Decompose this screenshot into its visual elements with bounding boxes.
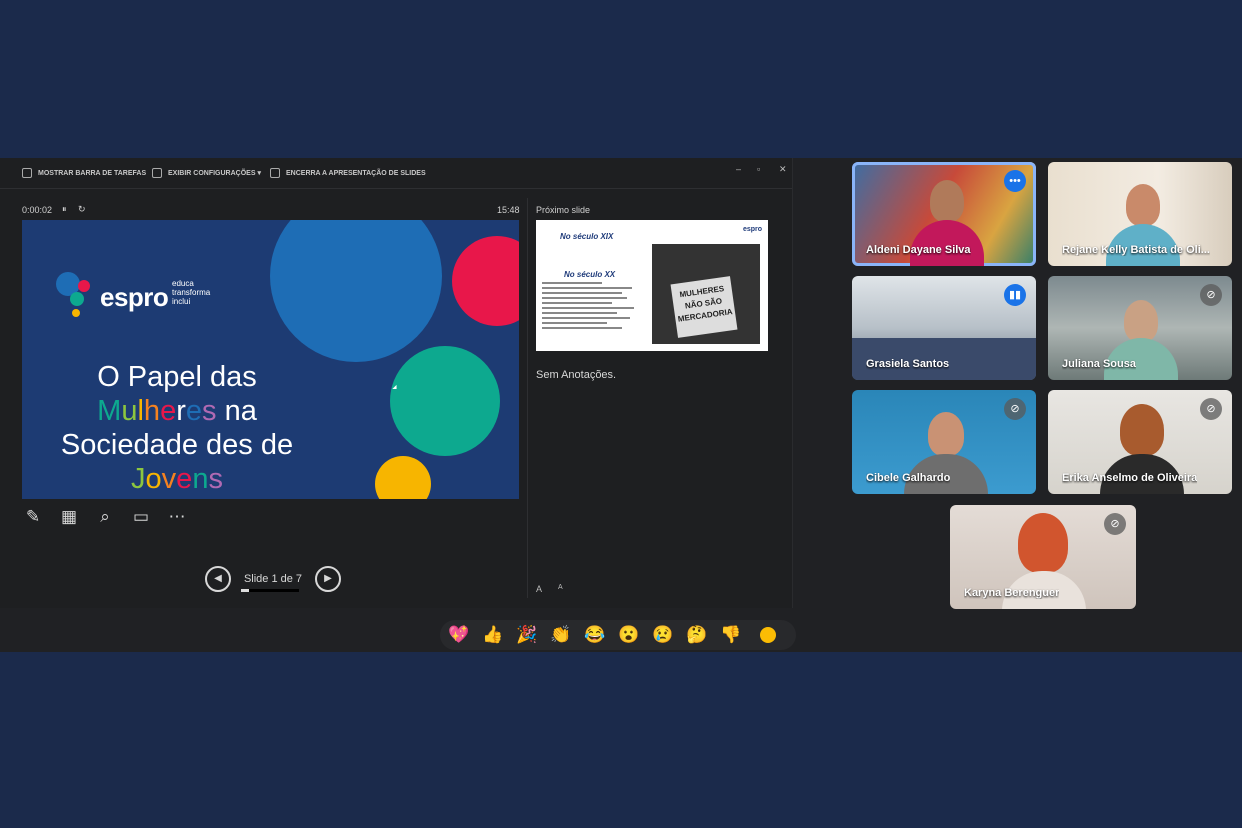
restart-icon[interactable]: ↻ [78,204,86,215]
participant-tile[interactable]: Grasiela Santos ▮▮ [852,276,1036,380]
laugh-reaction-icon[interactable]: 😂 [582,625,608,645]
pen-icon[interactable]: ✎ [22,506,44,528]
skin-tone-picker[interactable] [760,627,776,643]
party-reaction-icon[interactable]: 🎉 [514,625,540,645]
mic-off-icon: ⊘ [1104,513,1126,535]
all-slides-icon[interactable]: ▦ [58,506,80,528]
speaker-notes[interactable]: Sem Anotações. [536,369,616,381]
next-slide-preview[interactable]: No século XIX No século XX MULHERES NÃO … [536,220,768,351]
meet-window: MOSTRAR BARRA DE TAREFAS EXIBIR CONFIGUR… [0,158,1242,652]
minimize-button[interactable]: – [736,164,741,174]
surprised-reaction-icon[interactable]: 😮 [616,625,642,645]
more-options-icon[interactable]: ⋯ [166,506,188,528]
panel-divider[interactable] [527,198,528,598]
next-slide-button[interactable]: ▶ [315,566,341,592]
slide-progress-bar [241,589,299,592]
participant-video [1124,300,1158,342]
clock: 15:48 [497,205,520,215]
decrease-font-button[interactable]: A [558,584,563,591]
presenter-view: MOSTRAR BARRA DE TAREFAS EXIBIR CONFIGUR… [0,158,793,608]
participant-tile[interactable]: Juliana Sousa ⊘ [1048,276,1232,380]
black-screen-icon[interactable]: ▭ [130,506,152,528]
participant-tile[interactable]: Karyna Berenguer ⊘ [950,505,1136,609]
thumbs-down-reaction-icon[interactable]: 👎 [718,625,744,645]
current-slide[interactable]: espro educa transforma inclui O Papel da… [22,220,519,499]
slide-counter: Slide 1 de 7 [243,573,303,585]
close-button[interactable]: ✕ [779,164,787,175]
participant-video [1126,184,1160,226]
settings-icon [152,168,162,178]
speaking-indicator-icon: ▮▮ [1004,284,1026,306]
show-taskbar-button[interactable]: MOSTRAR BARRA DE TAREFAS [22,168,146,178]
taskbar-icon [22,168,32,178]
participant-video [930,180,964,222]
mic-off-icon: ⊘ [1200,284,1222,306]
pause-icon[interactable]: ⏸ [62,204,67,215]
teal-circle [390,346,500,456]
more-options-icon[interactable]: ••• [1004,170,1026,192]
previous-slide-button[interactable]: ◀ [205,566,231,592]
zoom-icon[interactable]: ⌕ [94,506,116,528]
slide-title: O Papel das Mulheres na Sociedade des de… [60,361,294,495]
display-settings-button[interactable]: EXIBIR CONFIGURAÇÕES ▾ [152,168,261,178]
participant-tile[interactable]: Rejane Kelly Batista de Oli... [1048,162,1232,266]
blue-circle [270,220,442,362]
red-circle [452,236,519,326]
end-slideshow-button[interactable]: ENCERRA A APRESENTAÇÃO DE SLIDES [270,168,426,178]
espro-logo-icon [56,272,98,320]
thumbs-up-reaction-icon[interactable]: 👍 [480,625,506,645]
participant-tile[interactable]: Aldeni Dayane Silva ••• [852,162,1036,266]
next-slide-label: Próximo slide [536,205,591,215]
espro-tagline: educa transforma inclui [172,279,211,306]
clap-reaction-icon[interactable]: 👏 [548,625,574,645]
heart-reaction-icon[interactable]: 💖 [446,625,472,645]
end-show-icon [270,168,280,178]
restore-button[interactable]: ▫ [757,164,760,174]
participant-tile[interactable]: Cibele Galhardo ⊘ [852,390,1036,494]
protest-photo: MULHERES NÃO SÃO MERCADORIA [652,244,760,344]
increase-font-button[interactable]: A [536,584,542,594]
participant-tile[interactable]: Erika Anselmo de Oliveira ⊘ [1048,390,1232,494]
elapsed-timer: 0:00:02 [22,205,53,215]
presenter-tools: ✎ ▦ ⌕ ▭ ⋯ [22,506,188,528]
thinking-reaction-icon[interactable]: 🤔 [684,625,710,645]
yellow-circle [375,456,431,499]
participant-video [1120,404,1164,456]
presenter-toolbar: MOSTRAR BARRA DE TAREFAS EXIBIR CONFIGUR… [0,158,792,189]
next-slide-logo: espro [742,226,762,233]
sad-reaction-icon[interactable]: 😢 [650,625,676,645]
reactions-bar: 💖 👍 🎉 👏 😂 😮 😢 🤔 👎 [440,620,796,650]
next-slide-text [542,282,642,332]
participant-video [1018,513,1068,573]
mic-off-icon: ⊘ [1004,398,1026,420]
mic-off-icon: ⊘ [1200,398,1222,420]
espro-logo-text: espro [100,282,169,312]
participant-video [928,412,964,456]
